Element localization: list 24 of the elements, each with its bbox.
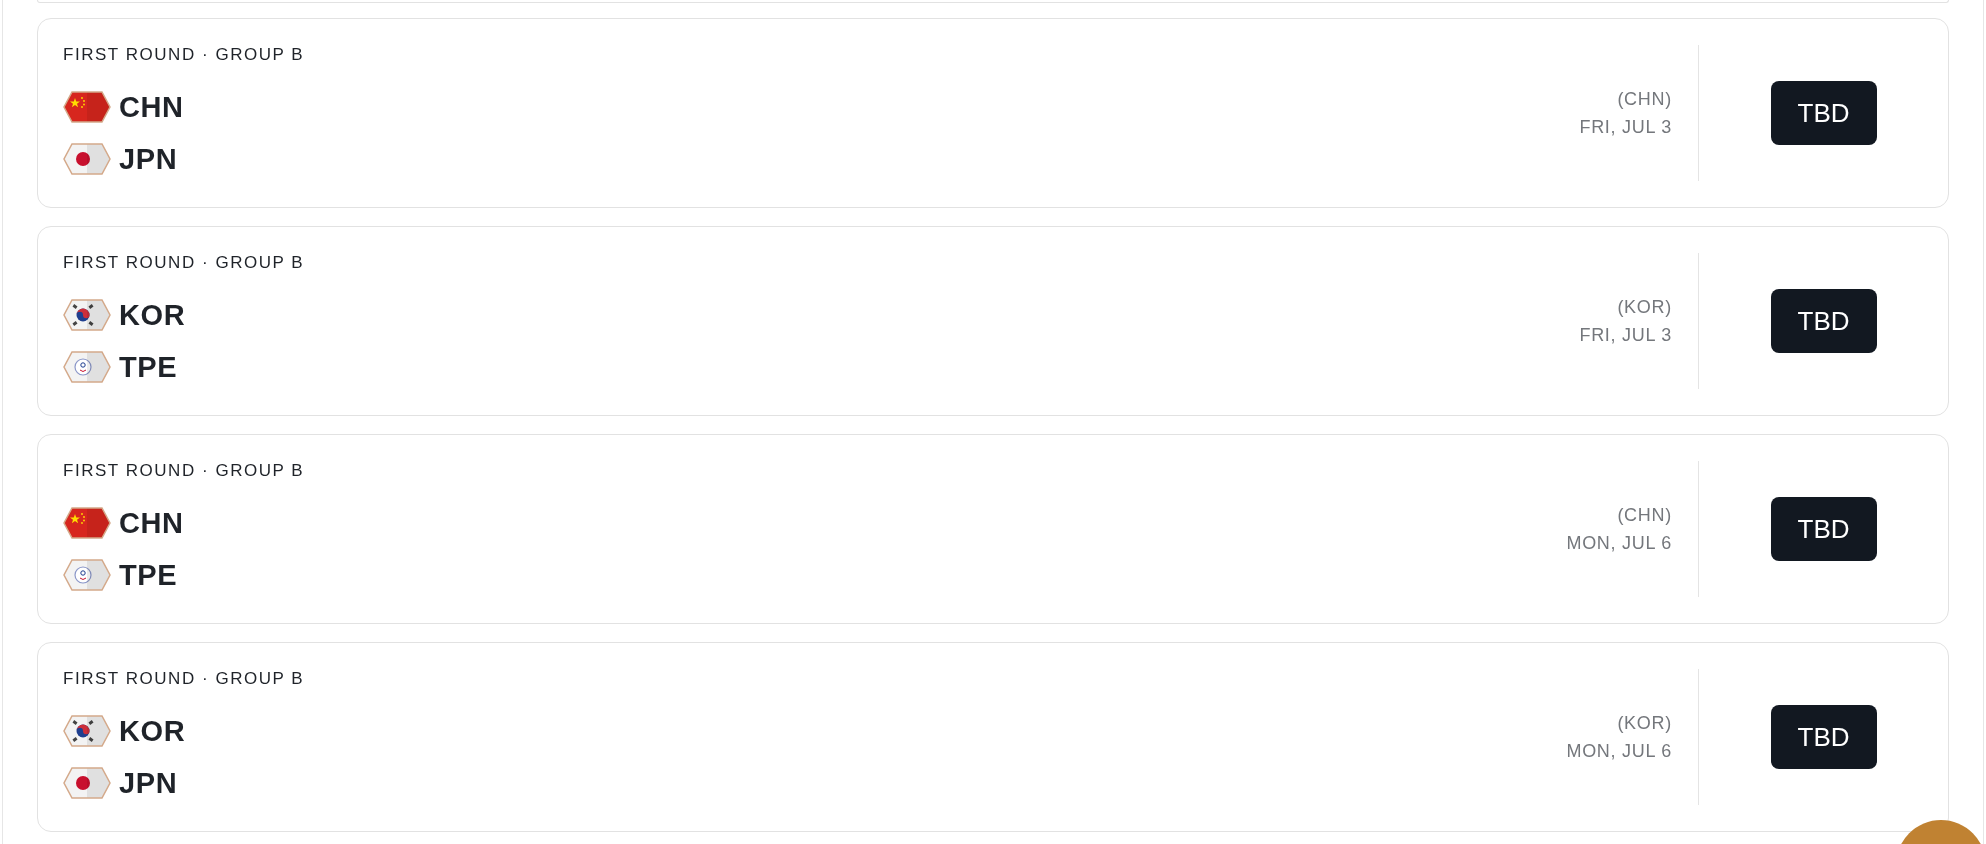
stage-label: FIRST ROUND · GROUP B: [63, 253, 305, 273]
host-country: (KOR): [1617, 296, 1672, 319]
host-country: (CHN): [1617, 504, 1672, 527]
match-date: MON, JUL 6: [1566, 740, 1672, 763]
team-code: CHN: [119, 92, 184, 122]
team-code: JPN: [119, 144, 178, 174]
match-date: MON, JUL 6: [1566, 532, 1672, 555]
team-code: TPE: [119, 352, 178, 382]
stage-label: FIRST ROUND · GROUP B: [63, 45, 305, 65]
host-country: (CHN): [1617, 88, 1672, 111]
tbd-button[interactable]: TBD: [1770, 81, 1877, 145]
team-code: CHN: [119, 508, 184, 538]
tbd-button[interactable]: TBD: [1770, 705, 1877, 769]
match-date: FRI, JUL 3: [1579, 324, 1672, 347]
stage-label: FIRST ROUND · GROUP B: [63, 669, 305, 689]
team-code: KOR: [119, 300, 186, 330]
stage-label: FIRST ROUND · GROUP B: [63, 461, 305, 481]
tbd-button[interactable]: TBD: [1770, 497, 1877, 561]
team-code: TPE: [119, 560, 178, 590]
team-code: JPN: [119, 768, 178, 798]
host-country: (KOR): [1617, 712, 1672, 735]
match-date: FRI, JUL 3: [1579, 116, 1672, 139]
tbd-button[interactable]: TBD: [1770, 289, 1877, 353]
team-code: KOR: [119, 716, 186, 746]
